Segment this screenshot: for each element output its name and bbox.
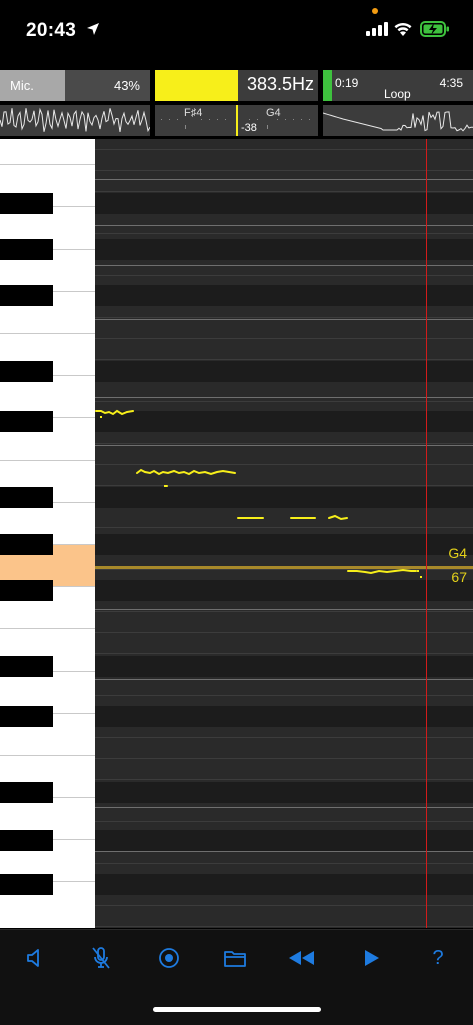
tuner-lower-note: F♯4 [184, 107, 203, 119]
battery-charging-icon [420, 21, 449, 37]
frequency-value: 383.5Hz [246, 74, 314, 94]
black-piano-key[interactable] [0, 534, 53, 555]
black-piano-key[interactable] [0, 487, 53, 508]
spectrum-display [323, 105, 473, 136]
input-source-label: Mic. [10, 78, 34, 93]
current-note-number: 67 [451, 569, 467, 585]
mic-mute-button[interactable] [86, 944, 116, 972]
white-key-divider [0, 755, 95, 756]
piano-keyboard[interactable] [0, 139, 95, 928]
spectrum-trace [323, 111, 473, 132]
black-piano-key[interactable] [0, 706, 53, 727]
tuner-cents-offset: -38 [241, 122, 257, 134]
frequency-display: 383.5Hz [155, 70, 318, 101]
white-key-divider [0, 460, 95, 461]
black-piano-key[interactable] [0, 239, 53, 260]
black-piano-key[interactable] [0, 874, 53, 895]
black-piano-key[interactable] [0, 580, 53, 601]
playback-position[interactable]: 0:19 4:35 Loop [323, 70, 473, 101]
record-icon [159, 948, 179, 968]
pitch-grid[interactable]: G4 67 [95, 139, 473, 928]
pitch-trace [95, 409, 422, 578]
piano-roll[interactable]: G4 67 [0, 139, 473, 928]
playback-duration: 4:35 [439, 76, 463, 90]
black-piano-key[interactable] [0, 411, 53, 432]
mic-muted-icon [92, 947, 110, 969]
wifi-icon [394, 22, 412, 36]
white-key-divider [0, 333, 95, 334]
speaker-icon [27, 949, 39, 967]
input-level-meter[interactable]: Mic. 43% [0, 70, 150, 101]
input-level-value: 43% [113, 78, 140, 93]
location-arrow-icon [87, 23, 99, 35]
white-key-divider [0, 164, 95, 165]
black-piano-key[interactable] [0, 782, 53, 803]
record-button[interactable] [154, 944, 184, 972]
help-icon: ? [432, 946, 444, 969]
play-icon [365, 950, 379, 966]
black-piano-key[interactable] [0, 285, 53, 306]
playback-progress-bar [323, 70, 332, 101]
current-pitch-line [95, 566, 473, 569]
black-piano-key[interactable] [0, 656, 53, 677]
rewind-icon [289, 951, 314, 965]
white-key-divider [0, 628, 95, 629]
cellular-signal-icon [366, 22, 388, 36]
tuner-upper-note: G4 [266, 107, 281, 119]
speaker-button[interactable] [19, 944, 49, 972]
home-indicator[interactable] [153, 1007, 321, 1012]
tuner-needle [236, 105, 238, 136]
black-piano-key[interactable] [0, 361, 53, 382]
frequency-level-bar [155, 70, 238, 101]
analysis-panel: Mic. 43% 383.5Hz F♯4 G4 -38 0:19 4:35 Lo… [0, 70, 473, 136]
black-piano-key[interactable] [0, 830, 53, 851]
clock: 20:43 [26, 20, 77, 41]
tuner-display: F♯4 G4 -38 [155, 105, 318, 136]
rewind-button[interactable] [287, 944, 317, 972]
playhead[interactable] [426, 139, 427, 928]
playback-current-time: 0:19 [335, 76, 359, 90]
loop-mode-label[interactable]: Loop [384, 87, 411, 101]
waveform-trace [0, 107, 150, 133]
waveform-display [0, 105, 150, 136]
current-note-name: G4 [448, 545, 467, 561]
play-button[interactable] [357, 944, 387, 972]
folder-icon [224, 951, 246, 967]
status-bar: 20:43 [0, 0, 473, 68]
privacy-indicator [372, 8, 378, 14]
open-file-button[interactable] [220, 944, 250, 972]
black-piano-key[interactable] [0, 193, 53, 214]
help-button[interactable]: ? [423, 944, 453, 972]
